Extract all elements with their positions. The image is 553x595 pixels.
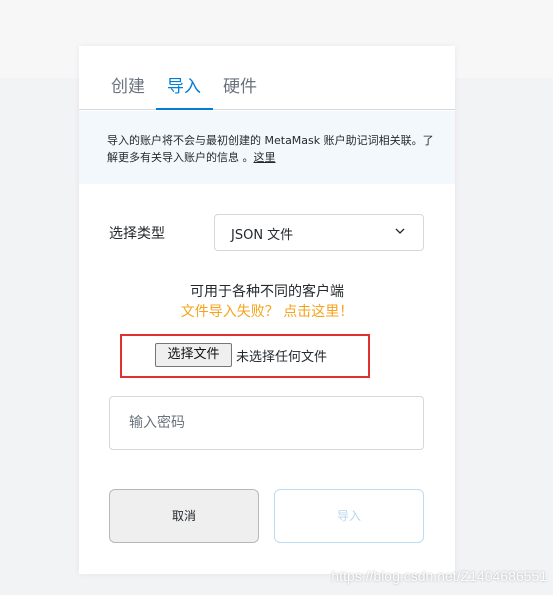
tab-hardware[interactable]: 硬件 [223,72,257,110]
import-type-select[interactable]: JSON 文件 [214,214,424,251]
import-account-card: 创建 导入 硬件 导入的账户将不会与最初创建的 MetaMask 账户助记词相关… [79,46,455,574]
import-type-value: JSON 文件 [231,228,294,243]
choose-file-button[interactable]: 选择文件 [155,343,232,367]
tab-import[interactable]: 导入 [167,72,201,110]
password-input[interactable] [109,396,424,450]
import-failed-link[interactable]: 文件导入失败？ 点击这里！ [79,303,455,322]
tab-bar: 创建 导入 硬件 [79,46,455,110]
chevron-down-icon [395,228,405,234]
tab-create[interactable]: 创建 [111,72,145,110]
watermark-text: https://blog.csdn.net/Z1404686551 [331,568,547,584]
compatibility-hint: 可用于各种不同的客户端 [190,284,344,300]
import-notice: 导入的账户将不会与最初创建的 MetaMask 账户助记词相关联。了解更多有关导… [79,111,455,184]
file-selection-status: 未选择任何文件 [236,350,328,365]
import-button[interactable]: 导入 [274,489,424,543]
select-type-label: 选择类型 [109,226,165,242]
notice-learn-more-link[interactable]: 这里 [254,151,276,164]
cancel-button[interactable]: 取消 [109,489,259,543]
active-tab-indicator [156,108,213,110]
